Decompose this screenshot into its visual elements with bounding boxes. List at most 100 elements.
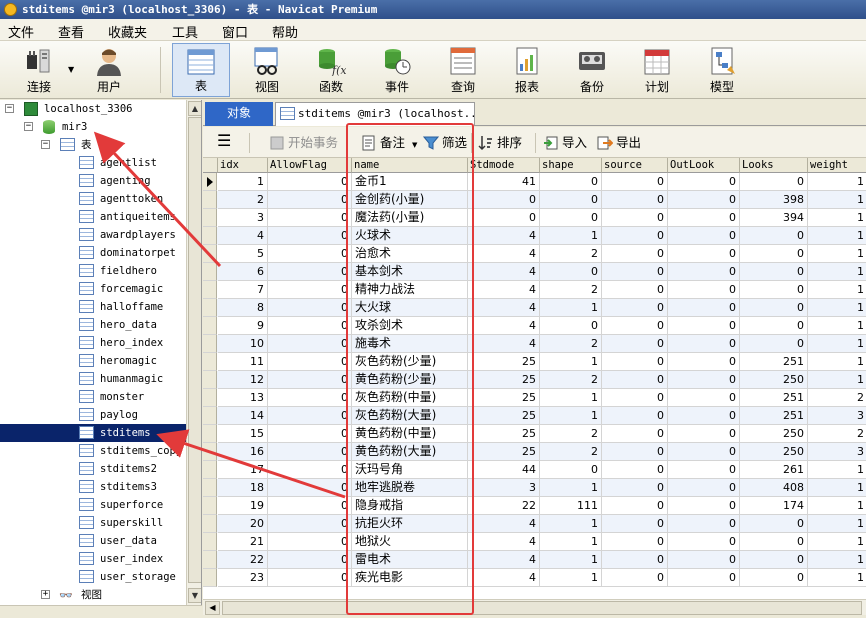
cell-looks[interactable]: 251 [740,407,808,425]
cell-allowflag[interactable]: 0 [268,389,352,407]
cell-allowflag[interactable]: 0 [268,317,352,335]
cell-weight[interactable]: 3 [808,443,866,461]
cell-weight[interactable]: 1 [808,353,866,371]
cell-allowflag[interactable]: 0 [268,497,352,515]
cell-name[interactable]: 黄色药粉(中量) [352,425,468,443]
table-row[interactable]: 18 0 地牢逃脱卷 3 1 0 0 408 1 [203,479,866,497]
cell-idx[interactable]: 23 [218,569,268,587]
table-row[interactable]: 2 0 金创药(小量) 0 0 0 0 398 1 [203,191,866,209]
cell-weight[interactable]: 3 [808,407,866,425]
cell-stdmode[interactable]: 41 [468,173,540,191]
cell-name[interactable]: 攻杀剑术 [352,317,468,335]
cell-stdmode[interactable]: 25 [468,389,540,407]
cell-stdmode[interactable]: 4 [468,551,540,569]
cell-name[interactable]: 黄色药粉(大量) [352,443,468,461]
cell-source[interactable]: 0 [602,227,668,245]
cell-name[interactable]: 隐身戒指 [352,497,468,515]
tab-objects[interactable]: 对象 [205,102,273,126]
cell-source[interactable]: 0 [602,407,668,425]
tree-table-agentlist[interactable]: agentlist [0,154,186,172]
cell-shape[interactable]: 1 [540,389,602,407]
function-button[interactable]: f(x) 函数 [302,43,360,97]
cell-name[interactable]: 地狱火 [352,533,468,551]
cell-shape[interactable]: 2 [540,281,602,299]
tree-table-monster[interactable]: monster [0,388,186,406]
cell-stdmode[interactable]: 0 [468,191,540,209]
tree-table-awardplayers[interactable]: awardplayers [0,226,186,244]
event-button[interactable]: 事件 [368,43,426,97]
cell-shape[interactable]: 1 [540,515,602,533]
cell-weight[interactable]: 1 [808,461,866,479]
chevron-down-icon[interactable]: ▼ [412,141,417,149]
tree-table-fieldhero[interactable]: fieldhero [0,262,186,280]
cell-shape[interactable]: 0 [540,209,602,227]
cell-outlook[interactable]: 0 [668,407,740,425]
table-row[interactable]: 10 0 施毒术 4 2 0 0 0 1 [203,335,866,353]
cell-shape[interactable]: 0 [540,317,602,335]
column-header-shape[interactable]: shape [540,158,602,173]
cell-name[interactable]: 地牢逃脱卷 [352,479,468,497]
import-button[interactable]: 导入 [543,134,587,152]
cell-idx[interactable]: 20 [218,515,268,533]
table-row[interactable]: 17 0 沃玛号角 44 0 0 0 261 1 [203,461,866,479]
cell-weight[interactable]: 1 [808,281,866,299]
cell-idx[interactable]: 17 [218,461,268,479]
tree-table-user_data[interactable]: user_data [0,532,186,550]
cell-stdmode[interactable]: 44 [468,461,540,479]
scrollbar-thumb[interactable] [222,601,862,615]
cell-allowflag[interactable]: 0 [268,209,352,227]
tab-stditems[interactable]: stditems @mir3 (localhost... [275,102,475,126]
cell-looks[interactable]: 250 [740,443,808,461]
cell-weight[interactable]: 1 [808,497,866,515]
cell-outlook[interactable]: 0 [668,497,740,515]
cell-allowflag[interactable]: 0 [268,191,352,209]
user-button[interactable]: 用户 [80,43,138,97]
cell-idx[interactable]: 13 [218,389,268,407]
cell-outlook[interactable]: 0 [668,461,740,479]
tree-connection[interactable]: − localhost_3306 [0,100,186,118]
cell-stdmode[interactable]: 25 [468,425,540,443]
row-indicator[interactable] [203,317,217,335]
column-header-source[interactable]: source [602,158,668,173]
cell-idx[interactable]: 19 [218,497,268,515]
cell-allowflag[interactable]: 0 [268,551,352,569]
table-row[interactable]: 11 0 灰色药粉(少量) 25 1 0 0 251 1 [203,353,866,371]
cell-stdmode[interactable]: 22 [468,497,540,515]
cell-allowflag[interactable]: 0 [268,173,352,191]
cell-allowflag[interactable]: 0 [268,569,352,587]
connect-dropdown-icon[interactable]: ▼ [68,65,74,74]
cell-name[interactable]: 金币1 [352,173,468,191]
cell-shape[interactable]: 2 [540,371,602,389]
cell-looks[interactable]: 250 [740,371,808,389]
grid-horizontal-scrollbar[interactable]: ◀ [203,599,866,615]
cell-allowflag[interactable]: 0 [268,533,352,551]
cell-outlook[interactable]: 0 [668,299,740,317]
menu-view[interactable]: 查看 [58,22,84,41]
cell-weight[interactable]: 1 [808,299,866,317]
cell-source[interactable]: 0 [602,551,668,569]
cell-source[interactable]: 0 [602,425,668,443]
cell-allowflag[interactable]: 0 [268,515,352,533]
row-indicator[interactable] [203,191,217,209]
cell-shape[interactable]: 111 [540,497,602,515]
cell-looks[interactable]: 0 [740,569,808,587]
cell-outlook[interactable]: 0 [668,569,740,587]
tree-table-heromagic[interactable]: heromagic [0,352,186,370]
cell-idx[interactable]: 5 [218,245,268,263]
cell-shape[interactable]: 1 [540,227,602,245]
tree-table-superforce[interactable]: superforce [0,496,186,514]
cell-allowflag[interactable]: 0 [268,263,352,281]
table-row[interactable]: 7 0 精神力战法 4 2 0 0 0 1 [203,281,866,299]
table-row[interactable]: 23 0 疾光电影 4 1 0 0 0 1 [203,569,866,587]
cell-allowflag[interactable]: 0 [268,407,352,425]
cell-allowflag[interactable]: 0 [268,245,352,263]
export-button[interactable]: 导出 [597,134,641,152]
cell-idx[interactable]: 22 [218,551,268,569]
cell-idx[interactable]: 2 [218,191,268,209]
cell-shape[interactable]: 2 [540,245,602,263]
cell-allowflag[interactable]: 0 [268,353,352,371]
cell-outlook[interactable]: 0 [668,209,740,227]
tree-table-agenttoken[interactable]: agenttoken [0,190,186,208]
tree-table-hero_data[interactable]: hero_data [0,316,186,334]
cell-shape[interactable]: 1 [540,569,602,587]
